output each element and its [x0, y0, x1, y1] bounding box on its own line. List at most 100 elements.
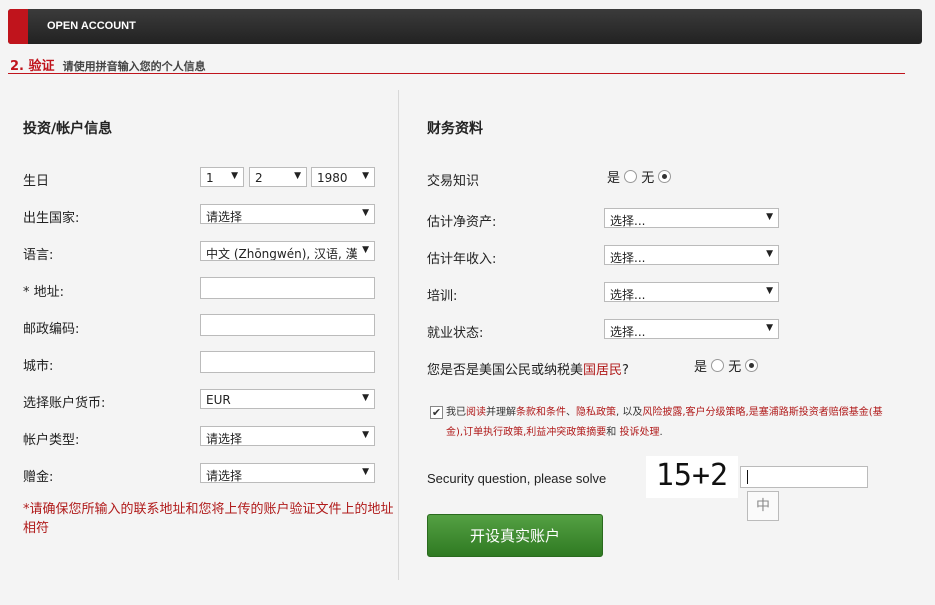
agreement-text: 我已阅读并理解条款和条件、隐私政策, 以及风险披露,客户分级策略,是塞浦路斯投资…	[446, 403, 886, 443]
birth-country-label: 出生国家:	[23, 211, 80, 226]
yes-label: 是	[607, 171, 621, 186]
no-label: 无	[641, 171, 655, 186]
annual-income-value: 选择...	[610, 251, 646, 265]
birth-year-value: 1980	[317, 171, 348, 185]
agree-checkbox[interactable]: ✔	[430, 406, 443, 419]
privacy-link[interactable]: 隐私政策	[576, 407, 616, 418]
currency-label: 选择账户货币:	[23, 396, 106, 411]
birth-day-value: 1	[206, 171, 214, 185]
chevron-down-icon: ▼	[362, 171, 369, 181]
language-label: 语言:	[23, 248, 54, 263]
chevron-down-icon: ▼	[294, 171, 301, 181]
read-link[interactable]: 阅读	[466, 407, 486, 418]
header-title: OPEN ACCOUNT	[47, 20, 136, 32]
financial-info-title: 财务资料	[427, 121, 483, 137]
risk-disclosure-link[interactable]: 风险披露	[642, 407, 682, 418]
trading-knowledge-no-radio[interactable]	[658, 170, 672, 183]
conflict-policy-link[interactable]: ,利益冲突政策摘要	[523, 427, 606, 438]
birth-day-select[interactable]: 1 ▼	[200, 167, 244, 187]
agree-text: , 以及	[616, 407, 643, 418]
employment-label: 就业状态:	[427, 326, 484, 341]
us-resident-link[interactable]: 国居民	[583, 363, 622, 378]
annual-income-select[interactable]: 选择... ▼	[604, 245, 779, 265]
chevron-down-icon: ▼	[362, 208, 369, 218]
chevron-down-icon: ▼	[362, 245, 369, 255]
us-citizen-no-radio[interactable]	[745, 359, 759, 372]
birth-year-select[interactable]: 1980 ▼	[311, 167, 375, 187]
trading-knowledge-options: 是 无	[607, 167, 672, 186]
currency-select[interactable]: EUR ▼	[200, 389, 375, 409]
us-citizen-qmark: ?	[622, 363, 629, 378]
training-value: 选择...	[610, 288, 646, 302]
employment-select[interactable]: 选择... ▼	[604, 319, 779, 339]
captcha-input[interactable]	[740, 466, 868, 488]
chevron-down-icon: ▼	[362, 430, 369, 440]
step-divider	[8, 73, 905, 74]
chevron-down-icon: ▼	[766, 249, 773, 259]
annual-income-label: 估计年收入:	[427, 252, 497, 267]
ime-indicator: 中	[747, 491, 779, 521]
no-label: 无	[728, 360, 742, 375]
chevron-down-icon: ▼	[231, 171, 238, 181]
column-divider	[398, 90, 399, 580]
account-type-label: 帐户类型:	[23, 433, 80, 448]
agree-text: 、	[566, 407, 576, 418]
us-citizen-question: 您是否是美国公民或纳税美国居民?	[427, 359, 629, 378]
bonus-value: 请选择	[206, 469, 243, 483]
open-account-button[interactable]: 开设真实账户	[427, 514, 603, 557]
terms-link[interactable]: 条款和条件	[516, 407, 566, 418]
address-label: * 地址:	[23, 285, 65, 300]
net-worth-label: 估计净资产:	[427, 215, 497, 230]
agree-text: 并理解	[486, 407, 516, 418]
training-label: 培训:	[427, 289, 458, 304]
chevron-down-icon: ▼	[766, 323, 773, 333]
city-input[interactable]	[200, 351, 375, 373]
complaints-link[interactable]: 投诉处理	[619, 427, 659, 438]
step-subtitle: 请使用拼音输入您的个人信息	[62, 60, 206, 73]
us-citizen-yes-radio[interactable]	[711, 359, 725, 372]
agree-text: 和	[606, 427, 617, 438]
employment-value: 选择...	[610, 325, 646, 339]
currency-value: EUR	[206, 393, 231, 407]
trading-knowledge-yes-radio[interactable]	[624, 170, 638, 183]
net-worth-select[interactable]: 选择... ▼	[604, 208, 779, 228]
chevron-down-icon: ▼	[766, 212, 773, 222]
language-select[interactable]: 中文 (Zhōngwén), 汉语, 漢 ▼	[200, 241, 375, 261]
captcha-image: 15+2	[646, 456, 738, 498]
investment-info-title: 投资/帐户信息	[23, 121, 113, 137]
order-execution-link[interactable]: ,订单执行政策	[460, 427, 523, 438]
training-select[interactable]: 选择... ▼	[604, 282, 779, 302]
security-question-label: Security question, please solve	[427, 471, 607, 486]
step-number: 2. 验证	[10, 59, 55, 74]
chevron-down-icon: ▼	[766, 286, 773, 296]
us-citizen-options: 是 无	[694, 356, 759, 375]
address-input[interactable]	[200, 277, 375, 299]
header-accent	[8, 9, 28, 44]
language-value: 中文 (Zhōngwén), 汉语, 漢	[206, 247, 358, 261]
chevron-down-icon: ▼	[362, 393, 369, 403]
step-heading: 2. 验证 请使用拼音输入您的个人信息	[10, 55, 206, 74]
net-worth-value: 选择...	[610, 214, 646, 228]
postal-code-label: 邮政编码:	[23, 322, 80, 337]
birth-month-select[interactable]: 2 ▼	[249, 167, 307, 187]
postal-code-input[interactable]	[200, 314, 375, 336]
bonus-label: 赠金:	[23, 470, 54, 485]
birth-country-select[interactable]: 请选择 ▼	[200, 204, 375, 224]
yes-label: 是	[694, 360, 708, 375]
account-type-value: 请选择	[206, 432, 243, 446]
header-bar: OPEN ACCOUNT	[8, 9, 922, 44]
account-type-select[interactable]: 请选择 ▼	[200, 426, 375, 446]
city-label: 城市:	[23, 359, 54, 374]
birth-country-value: 请选择	[206, 210, 243, 224]
birth-month-value: 2	[255, 171, 263, 185]
us-citizen-label: 您是否是美国公民或纳税美	[427, 363, 584, 378]
agree-text: .	[659, 427, 663, 438]
birthday-label: 生日	[23, 174, 50, 189]
client-categorization-link[interactable]: ,客户分级策略	[682, 407, 745, 418]
trading-knowledge-label: 交易知识	[427, 174, 480, 189]
chevron-down-icon: ▼	[362, 467, 369, 477]
agree-text: 我已	[446, 407, 466, 418]
bonus-select[interactable]: 请选择 ▼	[200, 463, 375, 483]
address-note: *请确保您所输入的联系地址和您将上传的账户验证文件上的地址相符	[23, 502, 394, 536]
text-caret	[747, 470, 748, 484]
